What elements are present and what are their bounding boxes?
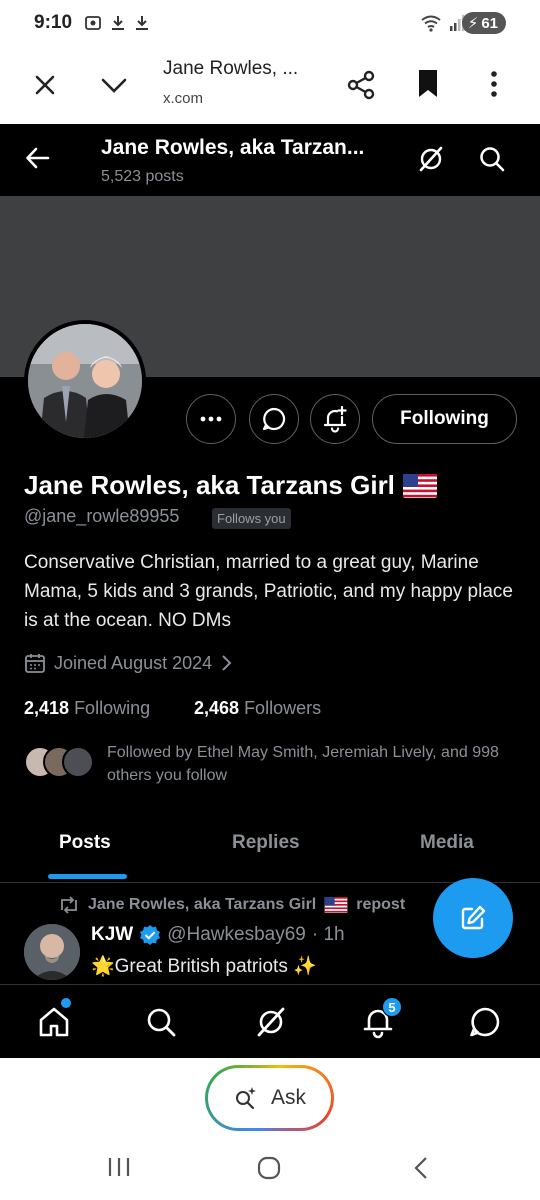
bookmark-icon [419, 70, 437, 97]
nav-search[interactable] [141, 1002, 181, 1042]
mutual-followers-avatars[interactable] [24, 746, 94, 780]
display-name-text: Jane Rowles, aka Tarzans Girl [24, 470, 395, 500]
tweet-author-name[interactable]: KJW [91, 924, 133, 946]
wifi-icon [421, 15, 441, 32]
profile-handle: @jane_rowle89955 [24, 506, 180, 526]
tab-replies[interactable]: Replies [232, 832, 300, 854]
follows-you-badge: Follows you [212, 508, 291, 529]
profile-display-name: Jane Rowles, aka Tarzans Girl [24, 470, 437, 501]
back-system-button[interactable] [410, 1155, 432, 1181]
tweet-author-handle[interactable]: @Hawkesbay69 [167, 924, 306, 946]
compose-icon [461, 905, 486, 930]
chat-bubble-icon [470, 1007, 500, 1037]
message-button[interactable] [249, 394, 299, 444]
bookmark-button[interactable] [415, 68, 441, 100]
close-tab-button[interactable] [30, 70, 60, 100]
home-icon [39, 1007, 69, 1037]
chat-bubble-icon [262, 407, 286, 431]
download-icon [112, 16, 124, 30]
nav-grok[interactable] [251, 1002, 291, 1042]
status-system-icons [420, 14, 466, 32]
recent-apps-button[interactable] [106, 1155, 132, 1179]
following-button[interactable]: Following [372, 394, 517, 444]
grok-icon [257, 1007, 285, 1037]
joined-date-link[interactable]: Joined August 2024 [24, 652, 234, 674]
more-horizontal-icon [200, 416, 222, 422]
more-actions-button[interactable] [186, 394, 236, 444]
chevron-left-icon [414, 1157, 427, 1179]
status-notification-icons [84, 14, 150, 32]
page-domain: x.com [163, 90, 204, 107]
following-label: Following [74, 698, 151, 718]
repost-icon [61, 896, 77, 914]
subscribe-notifications-button[interactable] [310, 394, 360, 444]
followers-count-link[interactable]: 2,468 Followers [194, 698, 321, 719]
followed-by-text[interactable]: Followed by Ethel May Smith, Jeremiah Li… [107, 741, 517, 787]
chevron-right-icon [222, 655, 232, 671]
bolt-icon: ⚡ [467, 15, 479, 32]
compose-post-button[interactable] [433, 878, 513, 958]
sparkle-search-icon [235, 1087, 256, 1110]
home-unread-dot [61, 998, 71, 1008]
nav-home[interactable] [34, 1002, 74, 1042]
followers-label: Followers [244, 698, 322, 718]
bell-plus-icon [323, 405, 347, 433]
search-icon [147, 1008, 176, 1037]
screenshot-icon [85, 16, 101, 30]
status-time: 9:10 [34, 12, 73, 33]
grok-button[interactable] [416, 144, 446, 174]
tweet-header: KJW @Hawkesbay69 · 1h [91, 924, 345, 946]
tab-posts[interactable]: Posts [59, 832, 111, 854]
ask-button-inner: Ask [208, 1068, 331, 1128]
back-button[interactable] [24, 144, 52, 172]
home-circle-icon [257, 1156, 281, 1180]
following-count: 2,418 [24, 698, 70, 718]
joined-text: Joined August 2024 [54, 652, 213, 673]
chevron-down-icon [101, 78, 127, 93]
avatar [62, 746, 94, 778]
tweet-time: · 1h [311, 924, 345, 945]
us-flag-icon [402, 473, 437, 498]
verified-badge-icon [140, 925, 161, 945]
tab-media[interactable]: Media [420, 832, 474, 854]
tweet-author-avatar[interactable] [24, 924, 80, 980]
notifications-badge: 5 [382, 997, 402, 1017]
ask-label: Ask [270, 1086, 306, 1109]
search-icon [480, 147, 505, 172]
ask-button[interactable]: Ask [205, 1065, 334, 1131]
active-tab-indicator [48, 874, 127, 879]
tweet-text[interactable]: 🌟Great British patriots ✨ [91, 954, 317, 978]
avatar-photo [28, 324, 142, 438]
avatar-photo [24, 924, 80, 980]
battery-indicator: ⚡ 61 [461, 12, 506, 34]
more-vertical-icon [491, 71, 497, 97]
download-icon [136, 16, 148, 30]
search-button[interactable] [478, 145, 506, 173]
collapse-button[interactable] [98, 70, 130, 100]
share-icon [347, 70, 375, 100]
grok-icon [419, 146, 443, 172]
recent-apps-icon [108, 1158, 130, 1176]
header-profile-name: Jane Rowles, aka Tarzan... [101, 136, 365, 159]
battery-level: 61 [481, 14, 498, 32]
repost-context: Jane Rowles, aka Tarzans Girl repost [58, 896, 405, 914]
share-button[interactable] [344, 68, 378, 102]
profile-bio: Conservative Christian, married to a gre… [24, 552, 513, 631]
page-title: Jane Rowles, ... [163, 58, 299, 79]
close-icon [35, 75, 55, 95]
followers-count: 2,468 [194, 698, 240, 718]
home-system-button[interactable] [256, 1155, 282, 1181]
repost-label: repost [356, 896, 406, 913]
profile-avatar[interactable] [24, 320, 146, 442]
arrow-left-icon [26, 147, 50, 169]
repost-user[interactable]: Jane Rowles, aka Tarzans Girl [88, 896, 316, 914]
header-post-count: 5,523 posts [101, 168, 184, 185]
us-flag-icon [324, 897, 348, 913]
more-options-button[interactable] [484, 68, 504, 100]
calendar-icon [25, 654, 45, 673]
nav-messages[interactable] [465, 1002, 505, 1042]
following-count-link[interactable]: 2,418 Following [24, 698, 150, 719]
